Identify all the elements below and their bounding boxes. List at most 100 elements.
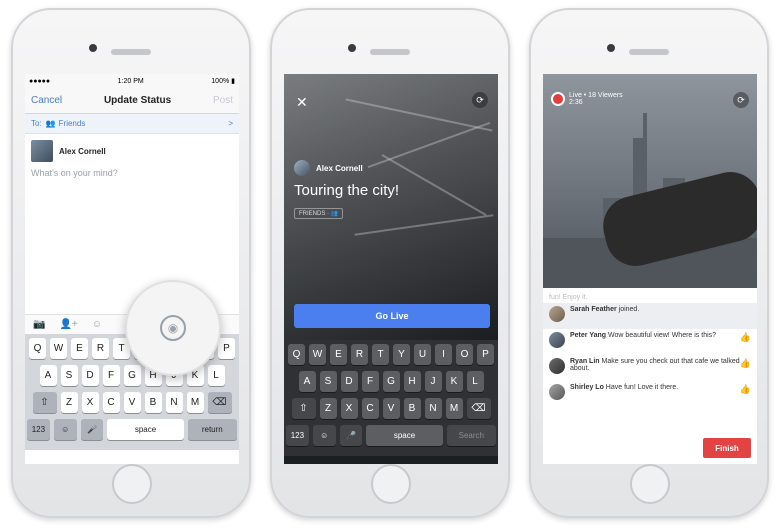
close-icon[interactable]: ✕	[296, 94, 308, 111]
numbers-key[interactable]: 123	[286, 425, 309, 446]
feeling-icon[interactable]: ☺	[92, 319, 102, 330]
key-r[interactable]: R	[351, 344, 368, 365]
key-e[interactable]: E	[71, 338, 88, 359]
numbers-key[interactable]: 123	[27, 419, 50, 440]
front-camera	[607, 44, 615, 52]
status-input[interactable]: What's on your mind?	[31, 168, 239, 178]
avatar	[549, 358, 565, 374]
space-key[interactable]: space	[107, 419, 184, 440]
like-icon[interactable]: 👍	[740, 358, 751, 369]
earpiece-speaker	[370, 49, 410, 55]
finish-button[interactable]: Finish	[703, 438, 751, 458]
shift-key[interactable]: ⇧	[32, 392, 57, 413]
key-c[interactable]: C	[102, 392, 120, 413]
broadcast-description[interactable]: Touring the city!	[294, 182, 399, 199]
key-h[interactable]: H	[403, 371, 421, 392]
key-b[interactable]: B	[144, 392, 162, 413]
key-o[interactable]: O	[456, 344, 473, 365]
home-button[interactable]	[112, 464, 152, 504]
key-x[interactable]: X	[340, 398, 358, 419]
key-w[interactable]: W	[309, 344, 326, 365]
key-f[interactable]: F	[102, 365, 120, 386]
key-p[interactable]: P	[477, 344, 494, 365]
key-z[interactable]: Z	[60, 392, 78, 413]
key-n[interactable]: N	[165, 392, 183, 413]
faded-comment: fun! Enjoy it.	[549, 294, 588, 301]
comment-text: joined.	[618, 306, 640, 313]
key-g[interactable]: G	[123, 365, 141, 386]
post-button[interactable]: Post	[213, 95, 233, 106]
live-broadcast-screen: Live • 18 Viewers 2:36 ⟳ fun! Enjoy it. …	[543, 74, 757, 464]
cancel-button[interactable]: Cancel	[31, 95, 62, 106]
avatar	[549, 306, 565, 322]
key-l[interactable]: L	[207, 365, 225, 386]
audience-selector[interactable]: To: 👥 Friends >	[25, 114, 239, 134]
phone-frame-3: Live • 18 Viewers 2:36 ⟳ fun! Enjoy it. …	[529, 8, 769, 518]
key-d[interactable]: D	[81, 365, 99, 386]
camera-icon[interactable]: 📷	[33, 319, 45, 330]
key-e[interactable]: E	[330, 344, 347, 365]
home-button[interactable]	[630, 464, 670, 504]
key-q[interactable]: Q	[29, 338, 46, 359]
map-line	[345, 98, 493, 132]
nav-bar: Cancel Update Status Post	[25, 88, 239, 114]
key-x[interactable]: X	[81, 392, 99, 413]
like-icon[interactable]: 👍	[740, 384, 751, 395]
key-row-3: ⇧ Z X C V B N M ⌫	[286, 398, 496, 419]
key-i[interactable]: I	[435, 344, 452, 365]
key-j[interactable]: J	[424, 371, 442, 392]
mic-key[interactable]: 🎤	[80, 419, 104, 440]
key-b[interactable]: B	[403, 398, 421, 419]
audience-label: Friends	[58, 119, 86, 128]
backspace-key[interactable]: ⌫	[207, 392, 232, 413]
flip-camera-icon[interactable]: ⟳	[733, 92, 749, 108]
key-t[interactable]: T	[372, 344, 389, 365]
go-live-button[interactable]: Go Live	[294, 304, 490, 328]
author-name: Alex Cornell	[59, 146, 106, 156]
key-s[interactable]: S	[60, 365, 78, 386]
key-k[interactable]: K	[445, 371, 463, 392]
mic-key[interactable]: 🎤	[339, 425, 363, 446]
live-video	[543, 74, 757, 288]
key-z[interactable]: Z	[319, 398, 337, 419]
emoji-key[interactable]: ☺	[53, 419, 77, 440]
key-u[interactable]: U	[414, 344, 431, 365]
backspace-key[interactable]: ⌫	[466, 398, 491, 419]
key-f[interactable]: F	[361, 371, 379, 392]
key-y[interactable]: Y	[393, 344, 410, 365]
front-camera	[89, 44, 97, 52]
key-m[interactable]: M	[186, 392, 204, 413]
earpiece-speaker	[111, 49, 151, 55]
key-p[interactable]: P	[218, 338, 235, 359]
key-l[interactable]: L	[466, 371, 484, 392]
emoji-key[interactable]: ☺	[312, 425, 336, 446]
key-s[interactable]: S	[319, 371, 337, 392]
key-d[interactable]: D	[340, 371, 358, 392]
key-g[interactable]: G	[382, 371, 400, 392]
key-a[interactable]: A	[298, 371, 316, 392]
map-line	[367, 121, 491, 169]
search-key[interactable]: Search	[446, 425, 497, 446]
key-r[interactable]: R	[92, 338, 109, 359]
key-w[interactable]: W	[50, 338, 67, 359]
key-v[interactable]: V	[123, 392, 141, 413]
key-row-4: 123 ☺ 🎤 space return	[27, 419, 238, 440]
space-key[interactable]: space	[366, 425, 443, 446]
like-icon[interactable]: 👍	[740, 332, 751, 343]
list-item: Peter Yang Wow beautiful view! Where is …	[543, 329, 757, 355]
return-key[interactable]: return	[187, 419, 238, 440]
key-a[interactable]: A	[39, 365, 57, 386]
avatar	[549, 384, 565, 400]
home-button[interactable]	[371, 464, 411, 504]
shift-key[interactable]: ⇧	[291, 398, 316, 419]
flip-camera-icon[interactable]: ⟳	[472, 92, 488, 108]
audience-badge[interactable]: FRIENDS · 👥	[294, 208, 344, 219]
key-n[interactable]: N	[424, 398, 442, 419]
key-c[interactable]: C	[361, 398, 379, 419]
tag-friends-icon[interactable]: 👤+	[59, 319, 77, 330]
live-video-icon[interactable]: ◉	[160, 315, 186, 341]
key-m[interactable]: M	[445, 398, 463, 419]
key-v[interactable]: V	[382, 398, 400, 419]
key-q[interactable]: Q	[288, 344, 305, 365]
to-label: To:	[31, 119, 42, 128]
